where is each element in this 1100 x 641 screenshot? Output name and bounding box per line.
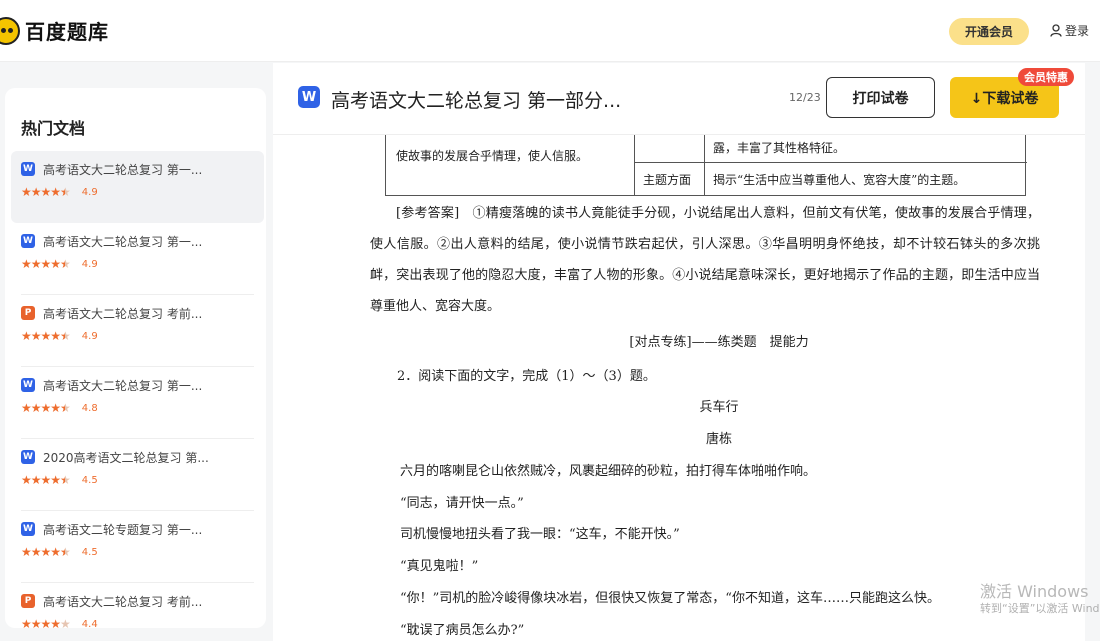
document-header: W 高考语文大二轮总复习 第一部分... 12/23 打印试卷 ↓下载试卷 会员… — [273, 63, 1085, 135]
document-title: 高考语文大二轮总复习 第一部分... — [331, 90, 622, 112]
print-button[interactable]: 打印试卷 — [826, 77, 935, 118]
table-cell: 使故事的发展合乎情理，使人信服。 — [396, 149, 589, 163]
user-icon — [1050, 24, 1062, 37]
hot-doc-title: 高考语文大二轮总复习 第一... — [43, 234, 203, 249]
hot-doc-title: 高考语文大二轮总复习 第一... — [43, 162, 203, 177]
story-author: 唐栋 — [705, 432, 732, 447]
table-divider — [634, 162, 1027, 163]
rating-score: 4.9 — [81, 186, 98, 198]
windows-activation-hint: 转到“设置”以激活 Windows — [980, 602, 1100, 615]
rating-row: ★★★★★ 4.5 — [21, 473, 254, 487]
rating-score: 4.9 — [81, 258, 98, 270]
star-rating-icon: ★★★★★ — [21, 473, 71, 487]
login-label: 登录 — [1065, 24, 1090, 38]
rating-score: 4.5 — [81, 474, 98, 486]
hot-doc-item[interactable]: W 高考语文二轮专题复习 第一... ★★★★★ 4.5 — [11, 511, 264, 583]
hot-doc-item[interactable]: P 高考语文大二轮总复习 考前... ★★★★★ 4.4 — [11, 583, 264, 628]
hot-doc-title: 高考语文大二轮总复习 第一... — [43, 378, 203, 393]
hot-doc-title-row: W 高考语文大二轮总复习 第一... — [21, 376, 254, 394]
story-title: 兵车行 — [699, 400, 739, 415]
hot-doc-item[interactable]: W 高考语文大二轮总复习 第一... ★★★★★ 4.9 — [11, 151, 264, 223]
rating-score: 4.4 — [81, 618, 98, 629]
rating-score: 4.5 — [81, 546, 98, 558]
star-rating-icon: ★★★★★ — [21, 185, 71, 199]
hot-doc-title: 2020高考语文二轮总复习 第... — [43, 450, 209, 465]
story-line: “耽误了病员怎么办?” — [400, 623, 525, 638]
analysis-table: 使故事的发展合乎情理，使人信服。 露，丰富了其性格特征。 主题方面 揭示“生活中… — [385, 135, 1027, 196]
hot-doc-title-row: W 高考语文二轮专题复习 第一... — [21, 520, 254, 538]
table-cell: 揭示“生活中应当尊重他人、宽容大度”的主题。 — [713, 173, 966, 187]
word-doc-icon: W — [21, 378, 35, 392]
ppt-doc-icon: P — [21, 306, 35, 320]
ppt-doc-icon: P — [21, 594, 35, 608]
word-doc-icon: W — [298, 86, 320, 108]
reference-answer: [参考答案] ①精瘦落魄的读书人竟能徒手分砚，小说结尾出人意料，但前文有伏笔，使… — [370, 206, 1040, 314]
rating-row: ★★★★★ 4.9 — [21, 329, 254, 343]
document-viewer[interactable]: 使故事的发展合乎情理，使人信服。 露，丰富了其性格特征。 主题方面 揭示“生活中… — [273, 135, 1085, 641]
hot-doc-title: 高考语文二轮专题复习 第一... — [43, 522, 203, 537]
sidebar-title: 热门文档 — [21, 119, 86, 138]
open-vip-button[interactable]: 开通会员 — [949, 18, 1029, 45]
rating-row: ★★★★★ 4.4 — [21, 617, 254, 628]
rating-score: 4.8 — [81, 402, 98, 414]
hot-doc-title-row: W 2020高考语文二轮总复习 第... — [21, 448, 254, 466]
star-rating-icon: ★★★★★ — [21, 617, 71, 628]
table-cell: 露，丰富了其性格特征。 — [713, 141, 846, 155]
rating-score: 4.9 — [81, 330, 98, 342]
site-logo[interactable]: 百度题库 — [0, 16, 109, 45]
rating-row: ★★★★★ 4.9 — [21, 185, 254, 199]
hot-doc-title: 高考语文大二轮总复习 考前... — [43, 306, 203, 321]
story-line: 司机慢慢地扭头看了我一眼：“这车，不能开快。” — [400, 527, 680, 542]
word-doc-icon: W — [21, 162, 35, 176]
question-prompt: 2．阅读下面的文字，完成（1）～（3）题。 — [397, 369, 656, 384]
windows-activation-watermark: 激活 Windows — [980, 582, 1089, 601]
hot-doc-title-row: W 高考语文大二轮总复习 第一... — [21, 232, 254, 250]
story-line: “你！”司机的脸冷峻得像块冰岩，但很快又恢复了常态，“你不知道，这车……只能跑这… — [400, 591, 940, 606]
word-doc-icon: W — [21, 522, 35, 536]
table-divider — [634, 135, 635, 196]
hot-doc-item[interactable]: P 高考语文大二轮总复习 考前... ★★★★★ 4.9 — [11, 295, 264, 367]
star-rating-icon: ★★★★★ — [21, 545, 71, 559]
star-rating-icon: ★★★★★ — [21, 401, 71, 415]
logo-mascot-icon — [0, 16, 20, 45]
hot-docs-list: W 高考语文大二轮总复习 第一... ★★★★★ 4.9 W 高考语文大二轮总复习 第一.… — [11, 151, 264, 628]
star-rating-icon: ★★★★★ — [21, 329, 71, 343]
word-doc-icon: W — [21, 234, 35, 248]
top-header: 百度题库 开通会员 登录 — [0, 0, 1100, 62]
login-link[interactable]: 登录 — [1050, 22, 1089, 39]
hot-doc-title-row: W 高考语文大二轮总复习 第一... — [21, 160, 254, 178]
story-line: “同志，请开快一点。” — [400, 496, 524, 511]
hot-doc-title: 高考语文大二轮总复习 考前... — [43, 594, 203, 609]
story-line: 六月的喀喇昆仑山依然贼冷，风裹起细碎的砂粒，拍打得车体啪啪作响。 — [400, 464, 817, 479]
hot-doc-item[interactable]: W 高考语文大二轮总复习 第一... ★★★★★ 4.8 — [11, 367, 264, 439]
star-rating-icon: ★★★★★ — [21, 257, 71, 271]
rating-row: ★★★★★ 4.8 — [21, 401, 254, 415]
hot-doc-item[interactable]: W 高考语文大二轮总复习 第一... ★★★★★ 4.9 — [11, 223, 264, 295]
story-line: “真见鬼啦！” — [400, 559, 479, 574]
hot-doc-title-row: P 高考语文大二轮总复习 考前... — [21, 304, 254, 322]
table-cell-topic: 主题方面 — [643, 173, 692, 187]
member-promo-badge: 会员特惠 — [1018, 68, 1074, 86]
hot-doc-item[interactable]: W 2020高考语文二轮总复习 第... ★★★★★ 4.5 — [11, 439, 264, 511]
section-heading: [对点专练]——练类题 提能力 — [629, 335, 809, 350]
rating-row: ★★★★★ 4.9 — [21, 257, 254, 271]
hot-docs-sidebar: 热门文档 W 高考语文大二轮总复习 第一... ★★★★★ 4.9 W 高考语文大二轮总复… — [5, 88, 266, 628]
rating-row: ★★★★★ 4.5 — [21, 545, 254, 559]
table-divider — [704, 135, 705, 196]
page-counter: 12/23 — [789, 91, 821, 104]
hot-doc-title-row: P 高考语文大二轮总复习 考前... — [21, 592, 254, 610]
logo-text: 百度题库 — [25, 20, 109, 44]
word-doc-icon: W — [21, 450, 35, 464]
